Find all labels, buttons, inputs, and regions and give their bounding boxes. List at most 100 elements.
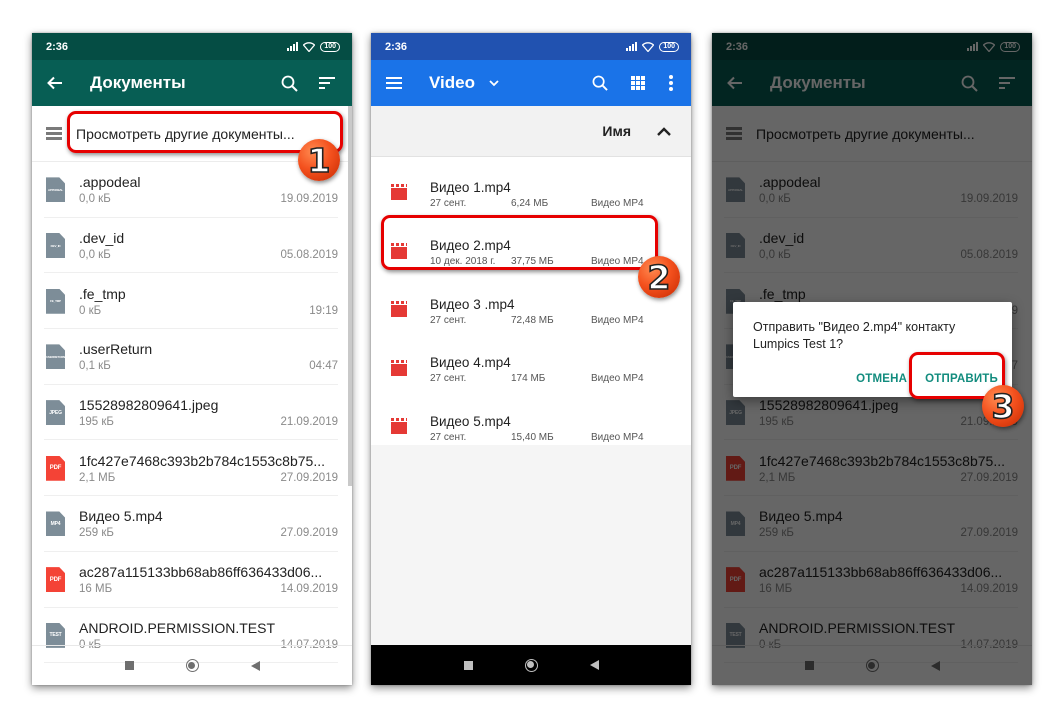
system-nav-bar	[32, 645, 352, 685]
video-file-icon	[391, 184, 407, 201]
step-badge-3: 3	[982, 385, 1024, 427]
file-date: 27 сент.	[430, 373, 467, 385]
video-file-row[interactable]: Видео 4.mp4 27 сент. 174 МБ Видео MP4	[371, 341, 691, 400]
status-time: 2:36	[46, 40, 69, 53]
back-nav-button[interactable]	[589, 660, 599, 670]
file-size: 72,48 МБ	[511, 314, 554, 326]
video-list: Видео 1.mp4 27 сент. 6,24 МБ Видео MP4 Видео…	[371, 157, 691, 458]
video-file-icon	[391, 301, 407, 318]
file-size: 0,1 кБ	[79, 360, 111, 373]
document-row[interactable]: PDF 1fc427e7468c393b2b784c1553c8b75... 2,1…	[32, 440, 352, 496]
video-file-icon	[391, 359, 407, 376]
file-date: 27 сент.	[430, 314, 467, 326]
phone-video-picker-screen: 2:36 100 Video Имя Видео 1.mp4 27 сент. …	[371, 33, 691, 685]
file-size: 6,24 МБ	[511, 197, 549, 209]
file-name: ac287a115133bb68ab86ff636433d06...	[79, 564, 323, 581]
file-size: 174 МБ	[511, 373, 546, 385]
cancel-button[interactable]: ОТМЕНА	[856, 373, 907, 385]
search-button[interactable]	[270, 60, 308, 106]
folder-title[interactable]: Video	[429, 73, 475, 93]
file-date: 27.09.2019	[280, 527, 338, 540]
grid-view-button[interactable]	[619, 60, 657, 106]
file-type: Видео MP4	[591, 431, 644, 443]
document-list: APPODEAL .appodeal 0,0 кБ 19.09.2019 DEV_ID.…	[32, 162, 352, 663]
file-icon: USERRETURN	[46, 344, 65, 370]
file-name: .userReturn	[79, 341, 153, 358]
file-name: Видео 5.mp4	[430, 413, 511, 429]
file-name: Видео 3 .mp4	[430, 296, 515, 312]
file-name: Видео 4.mp4	[430, 355, 511, 371]
back-button[interactable]	[32, 60, 78, 106]
step-badge-1: 1	[298, 139, 340, 181]
file-date: 21.09.2019	[280, 416, 338, 429]
dialog-message: Отправить "Видео 2.mp4" контакту Lumpics…	[753, 320, 956, 351]
file-type: Видео MP4	[591, 314, 644, 326]
file-date: 19:19	[309, 304, 338, 317]
pdf-file-icon: PDF	[46, 567, 65, 593]
file-date: 27 сент.	[430, 431, 467, 443]
empty-area	[371, 445, 691, 645]
file-icon: MP4	[46, 511, 65, 537]
search-icon	[281, 75, 298, 92]
step-badge-2: 2	[638, 256, 680, 298]
file-type: Видео MP4	[591, 197, 644, 209]
highlight-video-2	[381, 215, 658, 270]
menu-button[interactable]	[371, 60, 417, 106]
file-size: 0,0 кБ	[79, 193, 111, 206]
file-icon: APPODEAL	[46, 177, 65, 203]
document-row[interactable]: PDF ac287a115133bb68ab86ff636433d06... 16 …	[32, 552, 352, 608]
video-file-icon	[391, 418, 407, 435]
file-size: 0,0 кБ	[79, 249, 111, 262]
file-size: 15,40 МБ	[511, 431, 554, 443]
recents-button[interactable]	[124, 661, 134, 670]
sort-button[interactable]	[308, 60, 346, 106]
sort-header: Имя	[371, 106, 691, 157]
file-size: 259 кБ	[79, 527, 114, 540]
scrollbar[interactable]	[348, 106, 352, 486]
file-name: .dev_id	[79, 230, 125, 247]
arrow-back-icon	[47, 76, 62, 90]
recents-button[interactable]	[463, 660, 473, 670]
status-bar: 2:36 100	[371, 33, 691, 60]
sort-by-name-button[interactable]: Имя	[602, 123, 631, 139]
hamburger-menu-icon	[386, 77, 402, 89]
file-date: 04:47	[309, 360, 338, 373]
status-time: 2:36	[385, 40, 408, 53]
app-bar: Документы	[32, 60, 352, 106]
file-date: 14.09.2019	[280, 583, 338, 596]
system-nav-bar	[371, 645, 691, 685]
sort-icon	[319, 77, 335, 89]
file-name: ANDROID.PERMISSION.TEST	[79, 619, 276, 636]
more-vert-icon	[669, 75, 673, 91]
file-size: 0 кБ	[79, 304, 102, 317]
back-nav-button[interactable]	[250, 660, 260, 671]
document-row[interactable]: FE_TMP .fe_tmp 0 кБ 19:19	[32, 273, 352, 329]
file-size: 195 кБ	[79, 416, 114, 429]
search-button[interactable]	[581, 60, 619, 106]
signal-icon	[626, 42, 638, 51]
file-name: 1fc427e7468c393b2b784c1553c8b75...	[79, 452, 325, 469]
pdf-file-icon: PDF	[46, 455, 65, 481]
more-options-button[interactable]	[657, 60, 685, 106]
file-icon: DEV_ID	[46, 233, 65, 259]
grid-view-icon	[631, 76, 645, 90]
file-size: 16 МБ	[79, 583, 113, 596]
document-row[interactable]: USERRETURN .userReturn 0,1 кБ 04:47	[32, 329, 352, 385]
wifi-icon	[303, 41, 316, 52]
document-row[interactable]: JPEG 15528982809641.jpeg 195 кБ 21.09.2019	[32, 385, 352, 441]
file-icon: FE_TMP	[46, 288, 65, 314]
document-row[interactable]: DEV_ID .dev_id 0,0 кБ 05.08.2019	[32, 218, 352, 274]
page-title: Документы	[90, 73, 186, 92]
battery-icon: 100	[659, 41, 679, 52]
home-button[interactable]	[185, 659, 199, 672]
chevron-down-icon[interactable]	[489, 79, 499, 87]
wifi-icon	[642, 41, 655, 52]
file-name: Видео 1.mp4	[430, 179, 511, 195]
file-name: Видео 5.mp4	[79, 508, 163, 525]
app-bar: Video	[371, 60, 691, 106]
chevron-up-icon[interactable]	[657, 126, 671, 136]
home-button[interactable]	[524, 658, 538, 672]
file-date: 27 сент.	[430, 197, 467, 209]
file-date: 05.08.2019	[280, 249, 338, 262]
document-row[interactable]: MP4 Видео 5.mp4 259 кБ 27.09.2019	[32, 496, 352, 552]
